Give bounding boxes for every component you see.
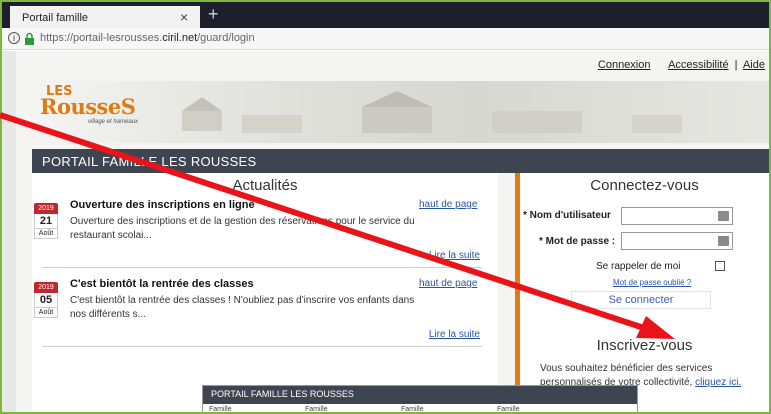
remember-me-label: Se rappeler de moi (596, 261, 681, 272)
news-month: Août (34, 229, 58, 239)
login-button[interactable]: Se connecter (571, 291, 711, 309)
forgot-password-link[interactable]: Mot de passe oublié ? (613, 278, 691, 287)
page-content: Connexion Accessibilité | Aide LES Rouss… (2, 51, 769, 413)
register-link[interactable]: cliquez ici. (695, 377, 741, 388)
keyboard-icon[interactable] (718, 236, 729, 246)
password-label: * Mot de passe : (539, 236, 616, 247)
register-heading: Inscrivez-vous (596, 337, 693, 354)
logo-rousses[interactable]: RousseS (40, 94, 136, 119)
preview-row: Famille Famille Famille Famille (209, 406, 633, 413)
tab-portail-famille[interactable]: Portail famille × (10, 6, 200, 28)
accessibilite-link[interactable]: Accessibilité (668, 59, 729, 71)
read-more-link[interactable]: Lire la suite (429, 329, 480, 340)
preview-cell: Famille (497, 406, 520, 413)
calendar-icon: 2019 21 Août (34, 203, 58, 241)
remember-me-checkbox[interactable] (715, 261, 725, 271)
portal-title-bar: PORTAIL FAMILLE LES ROUSSES (32, 149, 769, 173)
lock-icon (25, 32, 34, 45)
preview-cell: Famille (401, 406, 424, 413)
header-banner (32, 81, 769, 143)
page-left-margin (2, 51, 16, 412)
top-links: Connexion Accessibilité | Aide (598, 59, 765, 71)
news-year: 2019 (34, 203, 58, 214)
browser-window: Portail famille × + i https://portail-le… (0, 0, 771, 414)
village-illustration (182, 91, 682, 133)
username-label: * Nom d'utilisateur (523, 210, 611, 221)
portal-title: PORTAIL FAMILLE LES ROUSSES (42, 154, 257, 169)
username-input[interactable] (621, 207, 733, 225)
tab-bar: Portail famille × + (2, 2, 769, 28)
preview-title-bar: PORTAIL FAMILLE LES ROUSSES (203, 386, 637, 404)
preview-cell: Famille (305, 406, 328, 413)
calendar-icon: 2019 05 Août (34, 282, 58, 320)
back-to-top-link[interactable]: haut de page (419, 199, 477, 210)
news-year: 2019 (34, 282, 58, 293)
read-more-link[interactable]: Lire la suite (429, 250, 480, 261)
info-icon[interactable]: i (8, 32, 20, 44)
url-text: https://portail-lesrousses.ciril.net/gua… (40, 32, 255, 44)
address-bar[interactable]: i https://portail-lesrousses.ciril.net/g… (2, 28, 769, 50)
preview-window: PORTAIL FAMILLE LES ROUSSES Famille Famil… (202, 385, 638, 413)
news-excerpt: Ouverture des inscriptions et de la gest… (70, 216, 415, 241)
news-day: 21 (34, 214, 58, 229)
close-icon[interactable]: × (180, 9, 188, 25)
connexion-link[interactable]: Connexion (598, 59, 651, 71)
divider (42, 267, 482, 268)
keyboard-icon[interactable] (718, 211, 729, 221)
separator: | (734, 59, 738, 71)
news-title[interactable]: Ouverture des inscriptions en ligne (70, 199, 255, 211)
news-excerpt: C'est bientôt la rentrée des classes ! N… (70, 295, 415, 320)
news-title[interactable]: C'est bientôt la rentrée des classes (70, 278, 254, 290)
logo-tagline: village et hameaux (88, 119, 139, 125)
plus-icon[interactable]: + (208, 4, 219, 25)
aide-link[interactable]: Aide (743, 59, 765, 71)
password-input[interactable] (621, 232, 733, 250)
tab-title: Portail famille (22, 12, 89, 24)
news-month: Août (34, 308, 58, 318)
news-day: 05 (34, 293, 58, 308)
login-heading: Connectez-vous (590, 177, 699, 194)
preview-cell: Famille (209, 406, 232, 413)
news-heading: Actualités (232, 177, 298, 194)
divider (42, 346, 482, 347)
separator (660, 59, 663, 71)
back-to-top-link[interactable]: haut de page (419, 278, 477, 289)
preview-title: PORTAIL FAMILLE LES ROUSSES (211, 389, 354, 399)
news-section: Actualités 2019 21 Août Ouverture des in… (32, 173, 498, 412)
